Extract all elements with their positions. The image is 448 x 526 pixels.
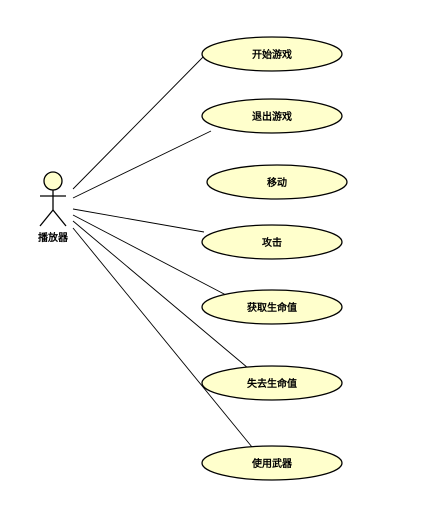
use-case-label: 攻击 [262,236,282,249]
actor: 播放器 [38,171,69,244]
use-case-label: 移动 [267,176,287,189]
use-case-start-game: 开始游戏 [201,36,343,72]
use-case-label: 开始游戏 [252,48,292,61]
association-start-game [72,53,207,190]
actor-label: 播放器 [38,231,69,244]
use-case-label: 失去生命值 [247,377,297,390]
association-gain-health [72,214,227,296]
use-case-use-weapon: 使用武器 [201,445,343,481]
use-case-label: 使用武器 [251,457,293,470]
actor-head [43,171,63,191]
association-use-weapon [72,227,253,448]
use-case-lose-health: 失去生命值 [201,365,343,401]
actor-left-leg [39,209,54,227]
actor-right-leg [52,209,67,227]
use-cases: 开始游戏退出游戏移动攻击获取生命值失去生命值使用武器 [201,36,348,481]
association-exit-game [72,130,212,199]
use-case-move: 移动 [206,164,348,200]
association-attack [72,208,205,233]
use-case-attack: 攻击 [201,224,343,260]
use-case-label: 退出游戏 [252,110,292,123]
use-case-label: 获取生命值 [246,301,297,314]
use-case-diagram: 播放器 开始游戏退出游戏移动攻击获取生命值失去生命值使用武器 [38,36,348,481]
use-case-gain-health: 获取生命值 [201,289,343,325]
use-case-exit-game: 退出游戏 [201,98,343,134]
